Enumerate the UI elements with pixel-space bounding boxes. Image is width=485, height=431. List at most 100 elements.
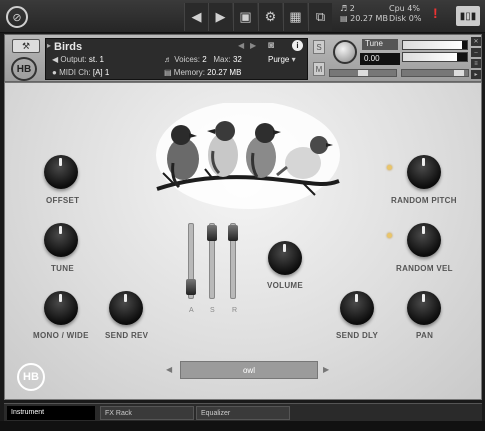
send-rev-label: SEND REV [105, 331, 149, 340]
random-vel-knob[interactable] [407, 223, 441, 257]
midi-icon: ● [52, 68, 57, 77]
tab-equalizer[interactable]: Equalizer [196, 406, 290, 420]
fader-s-label: S [210, 307, 215, 314]
send-dly-knob[interactable] [340, 291, 374, 325]
output-level-meter-left [402, 40, 468, 50]
minimize-icon[interactable]: – [471, 48, 481, 57]
memory-readout: 20.27 MB [350, 14, 388, 23]
preset-selector[interactable]: owl [180, 361, 318, 379]
tune-value[interactable]: 0.00 [360, 53, 400, 65]
send-rev-knob[interactable] [109, 291, 143, 325]
pan-slider[interactable] [329, 69, 397, 77]
random-pitch-led[interactable] [387, 165, 392, 170]
instrument-header: ⚒ HB ▸ Birds ◀ ▶ ◙ i ◀ Output: st. 1 ● M… [4, 34, 482, 82]
max-label: Max: [213, 55, 231, 64]
output-value: st. 1 [88, 55, 104, 64]
voices-memory-readout: ♬ 2 ▤ 20.27 MB [340, 4, 388, 24]
kontakt-logo-icon[interactable]: ⊘ [6, 6, 28, 28]
offset-label: OFFSET [46, 196, 80, 205]
random-vel-led[interactable] [387, 233, 392, 238]
mute-button[interactable]: M [313, 62, 325, 76]
close-icon[interactable]: ✕ [471, 37, 481, 46]
camera-icon[interactable]: ◙ [268, 40, 274, 51]
pan-knob[interactable] [407, 291, 441, 325]
voices-icon: ♬ [340, 4, 348, 13]
max-value[interactable]: 32 [233, 55, 242, 64]
mono-wide-knob[interactable] [44, 291, 78, 325]
collapse-arrow-icon[interactable]: ▸ [47, 41, 51, 50]
send-dly-label: SEND DLY [336, 331, 379, 340]
disk-label: Disk [389, 14, 407, 23]
hb-logo: HB [17, 363, 45, 391]
offset-knob[interactable] [44, 155, 78, 189]
mono-wide-label: MONO / WIDE [33, 331, 89, 340]
voices-readout: ♬ Voices: 2 Max: 32 [164, 55, 242, 64]
kontakt-toolbar: ⊘ ◀ ▶ ▣ ⚙ ▦ ⧉ ♬ 2 ▤ 20.27 MB Cpu 4% Disk… [0, 0, 485, 33]
level-fill-left [403, 41, 462, 49]
midi-label: MIDI Ch: [59, 68, 91, 77]
next-preset-icon[interactable]: ▶ [323, 365, 329, 374]
prev-instrument-icon[interactable]: ◀ [238, 41, 244, 50]
voices-value: 2 [202, 55, 207, 64]
cpu-label: Cpu [389, 4, 405, 13]
attack-fader-handle[interactable] [186, 279, 196, 295]
release-fader-handle[interactable] [228, 225, 238, 241]
voices-icon: ♬ [164, 55, 172, 64]
save-icon[interactable]: ▣ [233, 3, 257, 31]
tune-label: Tune [362, 39, 398, 50]
volume-label: VOLUME [267, 281, 304, 290]
footer-strip [0, 421, 485, 431]
warning-icon[interactable]: ! [433, 5, 438, 21]
memory-value: 20.27 MB [207, 68, 242, 77]
pan-slider-handle[interactable] [358, 70, 368, 76]
instrument-info-panel: ▸ Birds ◀ ▶ ◙ i ◀ Output: st. 1 ● MIDI C… [45, 38, 308, 80]
instrument-panel: OFFSET TUNE MONO / WIDE SEND REV A S R V… [4, 82, 482, 400]
tune-knob-label: TUNE [51, 264, 74, 273]
memory-icon: ▤ [164, 68, 172, 77]
pan-label: PAN [416, 331, 434, 340]
forward-arrow-icon[interactable]: ▶ [208, 3, 232, 31]
volume-knob[interactable] [268, 241, 302, 275]
memory-label: Memory: [173, 68, 205, 77]
fader-r-label: R [232, 307, 238, 314]
birds-artwork [156, 103, 340, 209]
layout-icon[interactable]: ▦ [283, 3, 307, 31]
keyboard-toggle-button[interactable]: ▮▯▮ [456, 6, 480, 26]
fader-a-label: A [189, 307, 194, 314]
volume-slider-handle[interactable] [454, 70, 464, 76]
instrument-name[interactable]: Birds [54, 41, 82, 53]
sustain-fader-handle[interactable] [207, 225, 217, 241]
solo-button[interactable]: S [313, 40, 325, 54]
output-level-meter-right [402, 52, 468, 62]
instrument-tabs: Instrument FX Rack Equalizer [4, 403, 482, 421]
memory-readout: ▤ Memory: 20.27 MB [164, 68, 241, 77]
purge-menu[interactable]: Purge ▾ [268, 55, 296, 64]
gear-icon[interactable]: ⚙ [258, 3, 282, 31]
memory-icon: ▤ [340, 14, 348, 23]
voices-count: 2 [349, 4, 355, 13]
tune-knob[interactable] [44, 223, 78, 257]
output-label: Output: [60, 55, 87, 64]
prev-preset-icon[interactable]: ◀ [166, 365, 172, 374]
volume-slider[interactable] [401, 69, 469, 77]
output-selector[interactable]: ◀ Output: st. 1 [52, 55, 104, 64]
window-icon[interactable]: ⧉ [308, 3, 332, 31]
info-icon[interactable]: i [292, 40, 303, 51]
tab-instrument[interactable]: Instrument [7, 406, 95, 420]
wrench-icon[interactable]: ⚒ [12, 39, 40, 53]
tab-fx-rack[interactable]: FX Rack [100, 406, 194, 420]
back-arrow-icon[interactable]: ◀ [184, 3, 208, 31]
disk-value: 0% [408, 14, 422, 23]
random-pitch-knob[interactable] [407, 155, 441, 189]
pv-icon[interactable]: ▸ [471, 70, 481, 79]
midi-channel-selector[interactable]: ● MIDI Ch: [A] 1 [52, 68, 109, 77]
aux-icon[interactable]: ≡ [471, 59, 481, 68]
cpu-value: 4% [407, 4, 420, 13]
cpu-disk-readout: Cpu 4% Disk 0% [389, 4, 421, 24]
instrument-logo: HB [11, 57, 37, 81]
random-pitch-label: RANDOM PITCH [391, 196, 457, 205]
purge-label: Purge [268, 55, 290, 64]
level-fill-right [403, 53, 458, 61]
master-tune-knob[interactable] [333, 40, 357, 64]
next-instrument-icon[interactable]: ▶ [250, 41, 256, 50]
